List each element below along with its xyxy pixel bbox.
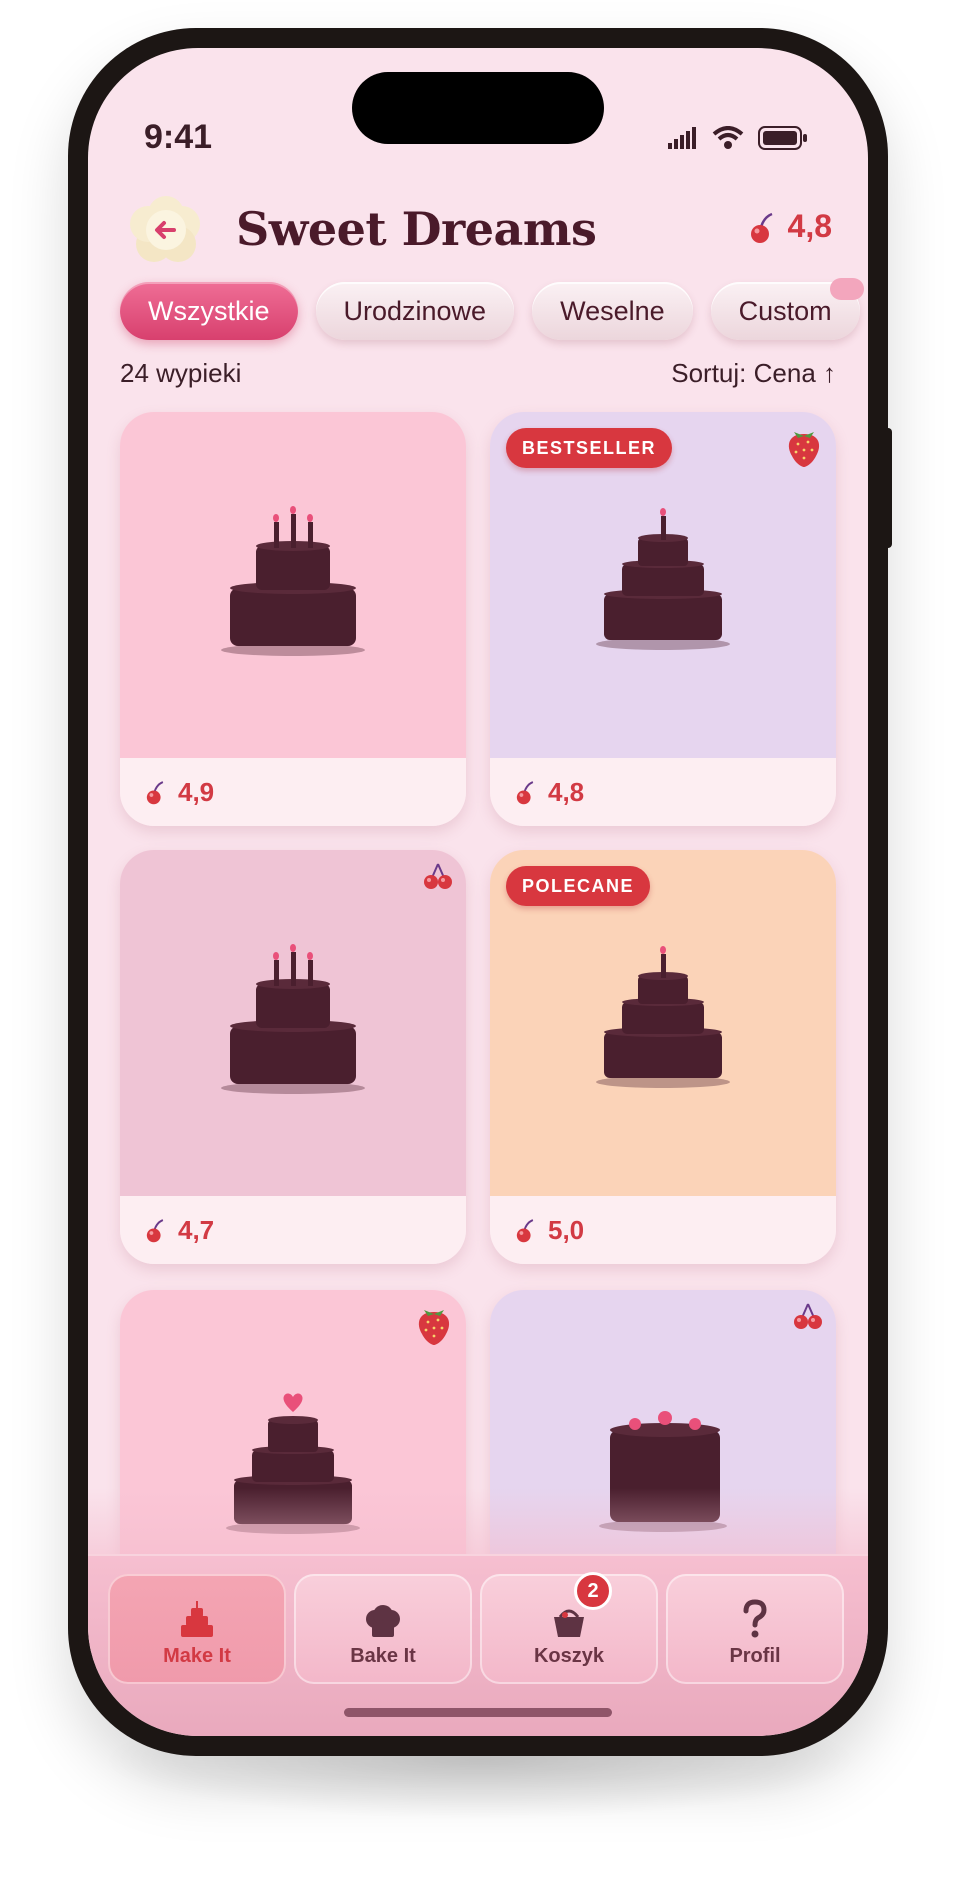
back-button[interactable] xyxy=(124,188,208,272)
product-rating: 4,7 xyxy=(120,1196,466,1264)
nav-label: Make It xyxy=(163,1645,231,1667)
app-screen: 9:41 Sweet Dreams 4,8 Wszystkie Urodzino… xyxy=(88,48,868,1736)
cake-three-candles-icon xyxy=(221,506,365,656)
frosting-decoration xyxy=(829,278,864,300)
cart-count-badge: 2 xyxy=(574,1572,612,1610)
product-rating: 4,8 xyxy=(490,758,836,826)
product-card[interactable]: BESTSELLER 4,8 xyxy=(490,412,836,826)
app-header: Sweet Dreams 4,8 xyxy=(124,188,832,278)
product-card[interactable]: POLECANE 5,0 xyxy=(490,850,836,1264)
nav-label: Koszyk xyxy=(533,1645,605,1667)
cherry-icon xyxy=(516,1219,534,1243)
product-card[interactable]: 4,7 xyxy=(120,850,466,1264)
store-rating: 4,8 xyxy=(748,208,832,245)
product-rating: 5,0 xyxy=(490,1196,836,1264)
category-tabs: Wszystkie Urodzinowe Weselne Custom xyxy=(120,278,864,340)
store-rating-value: 4,8 xyxy=(787,208,832,244)
tab-weselne[interactable]: Weselne xyxy=(532,282,693,340)
tab-custom-label: Custom xyxy=(738,295,832,326)
rating-value: 5,0 xyxy=(548,1214,585,1245)
page-title: Sweet Dreams xyxy=(236,202,597,256)
cherries-decoration xyxy=(422,862,454,895)
strawberry-decoration xyxy=(414,1302,454,1351)
cake-icon xyxy=(181,1601,213,1637)
product-card[interactable]: 4,9 xyxy=(120,412,466,826)
product-image xyxy=(120,850,466,1196)
wifi-icon xyxy=(712,126,744,149)
cherry-icon xyxy=(146,781,164,805)
nav-make-it[interactable]: Make It xyxy=(108,1574,286,1684)
nav-koszyk[interactable]: Koszyk 2 xyxy=(480,1572,658,1684)
sort-button[interactable]: Sortuj: Cena ↑ xyxy=(671,358,836,389)
battery-icon xyxy=(758,126,807,150)
nav-label: Bake It xyxy=(350,1645,416,1667)
back-arrow-icon xyxy=(130,196,200,262)
bestseller-badge: BESTSELLER xyxy=(506,428,673,468)
chef-hat-icon xyxy=(366,1605,400,1637)
strawberry-decoration xyxy=(784,424,824,473)
basket-icon xyxy=(554,1609,584,1637)
nav-label: Profil xyxy=(729,1645,781,1667)
nav-bake-it[interactable]: Bake It xyxy=(294,1574,472,1684)
strawberry-icon xyxy=(788,432,820,467)
product-rating: 4,9 xyxy=(120,758,466,826)
nav-profil[interactable]: Profil xyxy=(666,1574,844,1684)
phone-side-button xyxy=(884,428,892,548)
strawberry-icon xyxy=(418,1310,450,1345)
status-time: 9:41 xyxy=(144,118,213,156)
question-icon xyxy=(743,1599,767,1638)
product-image xyxy=(120,412,466,758)
cherries-icon xyxy=(794,1303,822,1329)
recommended-badge: POLECANE xyxy=(506,866,651,906)
cherry-icon xyxy=(146,1219,164,1243)
rating-value: 4,9 xyxy=(178,776,215,807)
cake-three-candles-icon xyxy=(221,944,365,1094)
cherry-icon xyxy=(750,212,773,243)
cherries-icon xyxy=(424,863,452,889)
cherries-decoration xyxy=(792,1302,824,1335)
tab-urodzinowe[interactable]: Urodzinowe xyxy=(315,282,515,340)
dynamic-island xyxy=(352,72,604,144)
rating-value: 4,7 xyxy=(178,1214,215,1245)
status-icons xyxy=(668,126,808,150)
cherry-icon xyxy=(516,781,534,805)
signal-icon xyxy=(668,127,696,149)
tab-custom[interactable]: Custom xyxy=(710,278,864,340)
product-count: 24 wypieki xyxy=(120,358,242,388)
home-indicator[interactable] xyxy=(344,1708,612,1717)
tab-wszystkie[interactable]: Wszystkie xyxy=(120,282,298,340)
rating-value: 4,8 xyxy=(548,776,585,807)
